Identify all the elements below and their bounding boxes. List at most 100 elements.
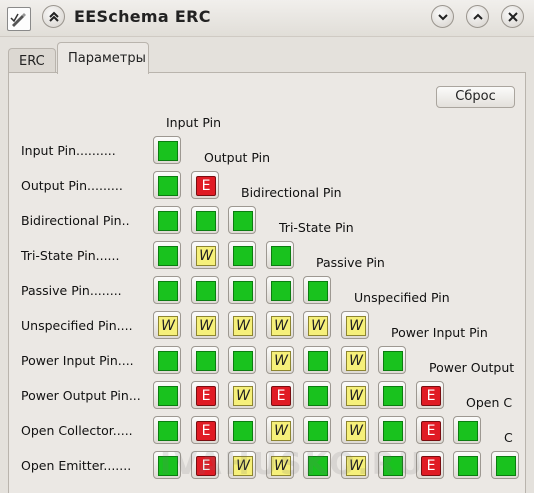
minimize-icon [438, 14, 448, 21]
row-label: Bidirectional Pin.. [21, 213, 130, 228]
ok-marker [271, 246, 291, 266]
erc-cell-ok-button[interactable] [228, 416, 256, 444]
erc-cell-warn-button[interactable]: W [266, 346, 294, 374]
ok-marker [158, 141, 178, 161]
erc-cell-ok-button[interactable] [153, 416, 181, 444]
ok-marker [458, 421, 478, 441]
erc-cell-ok-button[interactable] [191, 346, 219, 374]
close-icon [508, 12, 518, 22]
erc-cell-warn-button[interactable]: W [341, 381, 369, 409]
erc-cell-warn-button[interactable]: W [228, 381, 256, 409]
erc-cell-err-button[interactable]: E [191, 416, 219, 444]
ok-marker [308, 281, 328, 301]
ok-marker [196, 281, 216, 301]
erc-cell-warn-button[interactable]: W [191, 311, 219, 339]
title-bar: EESchema ERC [0, 0, 534, 37]
app-edit-icon[interactable] [7, 7, 31, 31]
ok-marker [158, 421, 178, 441]
column-label: Power Output [429, 360, 515, 375]
ok-marker [196, 351, 216, 371]
erc-cell-ok-button[interactable] [153, 171, 181, 199]
erc-cell-ok-button[interactable] [303, 276, 331, 304]
column-label: Power Input Pin [391, 325, 488, 340]
erc-cell-ok-button[interactable] [266, 276, 294, 304]
ok-marker [383, 351, 403, 371]
reset-button[interactable]: Сброс [436, 86, 515, 108]
erc-cell-ok-button[interactable] [153, 241, 181, 269]
erc-cell-ok-button[interactable] [228, 206, 256, 234]
warning-marker: W [196, 316, 216, 336]
erc-cell-warn-button[interactable]: W [303, 311, 331, 339]
erc-cell-ok-button[interactable] [378, 346, 406, 374]
minimize-button[interactable] [431, 5, 454, 28]
warning-marker: W [233, 386, 253, 406]
erc-cell-err-button[interactable]: E [266, 381, 294, 409]
error-marker: E [271, 386, 291, 406]
erc-cell-ok-button[interactable] [228, 276, 256, 304]
erc-cell-warn-button[interactable]: W [191, 241, 219, 269]
erc-cell-warn-button[interactable]: W [341, 346, 369, 374]
erc-cell-ok-button[interactable] [228, 346, 256, 374]
ok-marker [158, 211, 178, 231]
ok-marker [233, 281, 253, 301]
erc-cell-warn-button[interactable]: W [341, 416, 369, 444]
ok-marker [458, 456, 478, 476]
shade-up-icon [49, 11, 59, 22]
column-label: Output Pin [204, 150, 271, 165]
erc-cell-ok-button[interactable] [153, 136, 181, 164]
warning-marker: W [271, 316, 291, 336]
erc-cell-ok-button[interactable] [303, 416, 331, 444]
row-label: Tri-State Pin...... [21, 248, 120, 263]
erc-cell-ok-button[interactable] [378, 381, 406, 409]
erc-cell-err-button[interactable]: E [191, 381, 219, 409]
column-label: Bidirectional Pin [241, 185, 342, 200]
warning-marker: W [308, 316, 328, 336]
close-button[interactable] [501, 5, 524, 28]
erc-cell-ok-button[interactable] [453, 416, 481, 444]
row-label: Passive Pin........ [21, 283, 122, 298]
watermark-text: IVAHUSKO.RU [160, 447, 426, 482]
erc-cell-ok-button[interactable] [266, 241, 294, 269]
column-label: Unspecified Pin [354, 290, 450, 305]
erc-cell-err-button[interactable]: E [191, 171, 219, 199]
erc-cell-ok-button[interactable] [378, 416, 406, 444]
ok-marker [233, 246, 253, 266]
erc-cell-ok-button[interactable] [191, 206, 219, 234]
error-marker: E [196, 176, 216, 196]
erc-cell-warn-button[interactable]: W [228, 311, 256, 339]
erc-cell-warn-button[interactable]: W [266, 416, 294, 444]
warning-marker: W [346, 351, 366, 371]
ok-marker [496, 456, 516, 476]
tab-erc[interactable]: ERC [8, 48, 56, 73]
erc-cell-warn-button[interactable]: W [266, 311, 294, 339]
erc-cell-warn-button[interactable]: W [341, 311, 369, 339]
erc-cell-ok-button[interactable] [491, 451, 519, 479]
erc-cell-ok-button[interactable] [153, 346, 181, 374]
column-label: Open C [466, 395, 513, 410]
column-label: Passive Pin [316, 255, 385, 270]
erc-cell-ok-button[interactable] [228, 241, 256, 269]
ok-marker [271, 281, 291, 301]
erc-cell-ok-button[interactable] [303, 381, 331, 409]
erc-cell-err-button[interactable]: E [416, 416, 444, 444]
column-label: Input Pin [166, 115, 221, 130]
erc-cell-warn-button[interactable]: W [153, 311, 181, 339]
column-label: Tri-State Pin [279, 220, 354, 235]
erc-cell-ok-button[interactable] [453, 451, 481, 479]
erc-cell-ok-button[interactable] [153, 206, 181, 234]
row-label: Unspecified Pin.... [21, 318, 133, 333]
erc-cell-ok-button[interactable] [153, 381, 181, 409]
shade-up-button[interactable] [42, 5, 65, 28]
erc-cell-err-button[interactable]: E [416, 381, 444, 409]
erc-cell-ok-button[interactable] [303, 346, 331, 374]
ok-marker [158, 176, 178, 196]
ok-marker [158, 386, 178, 406]
erc-cell-ok-button[interactable] [191, 276, 219, 304]
tab-parameters[interactable]: Параметры [57, 42, 149, 74]
erc-cell-ok-button[interactable] [153, 276, 181, 304]
row-label: Output Pin......... [21, 178, 123, 193]
warning-marker: W [271, 351, 291, 371]
ok-marker [158, 351, 178, 371]
ok-marker [383, 421, 403, 441]
maximize-button[interactable] [466, 5, 489, 28]
